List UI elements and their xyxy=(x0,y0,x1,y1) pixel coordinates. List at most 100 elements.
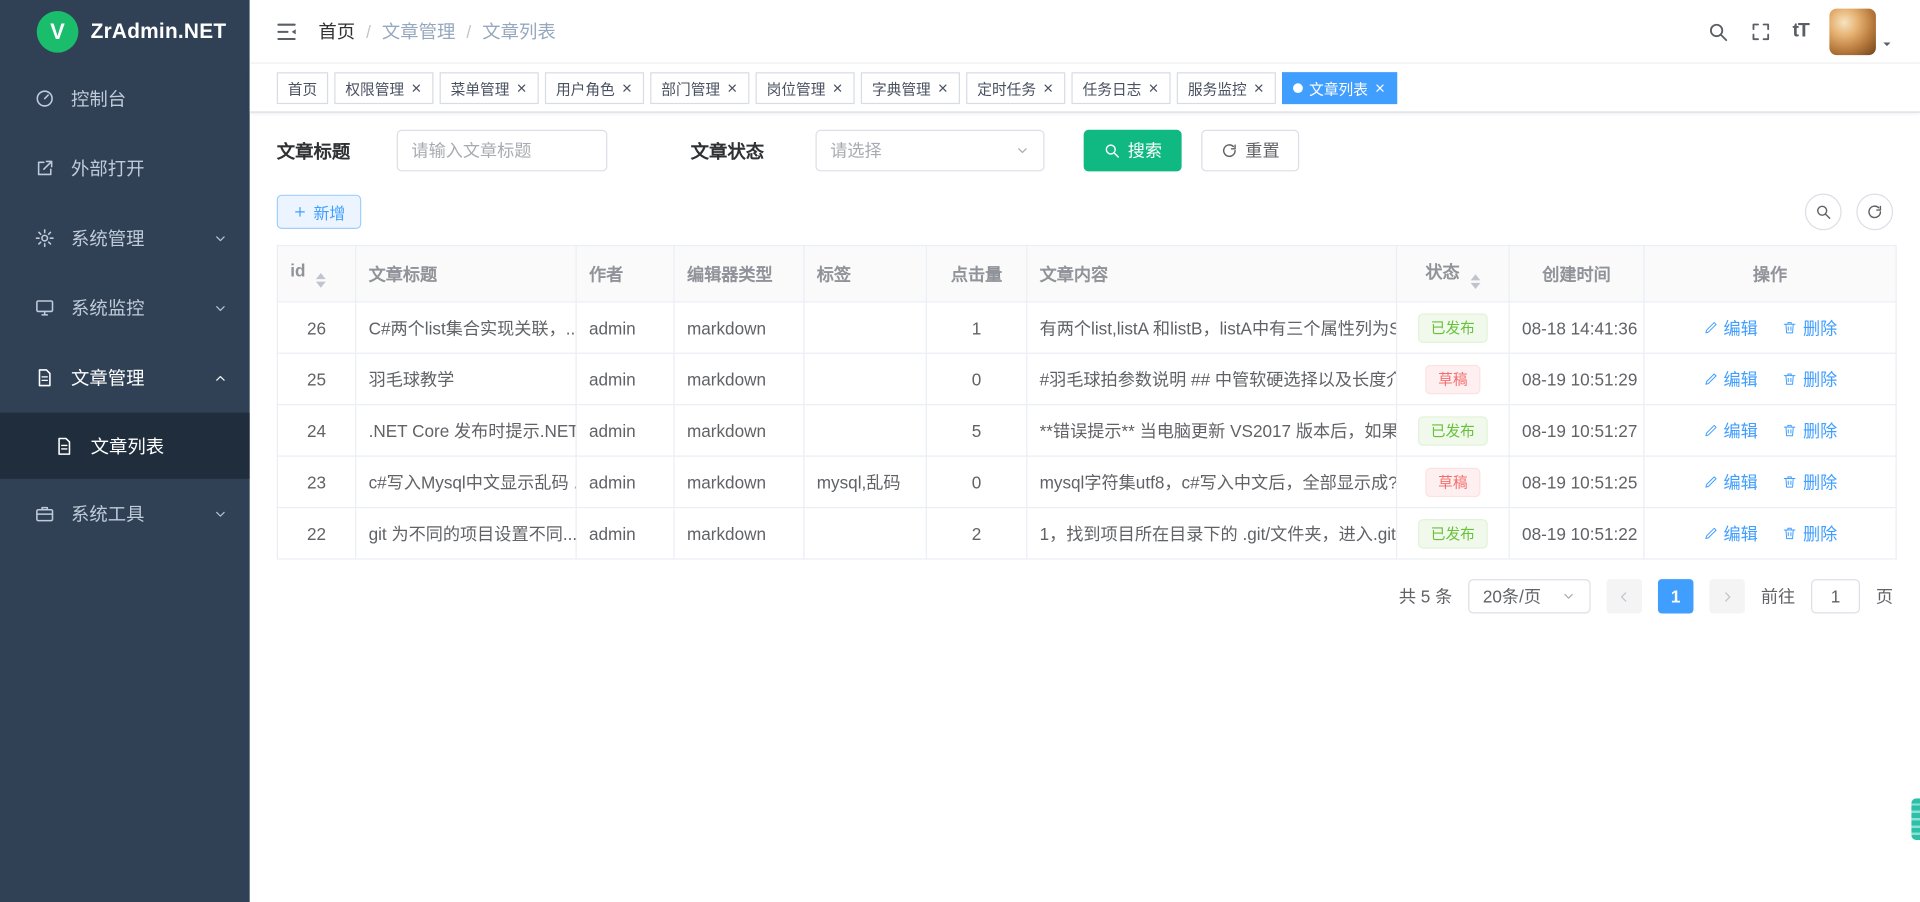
close-icon[interactable] xyxy=(1253,82,1265,94)
tab[interactable]: 权限管理 xyxy=(334,72,433,104)
cell-content: **错误提示** 当电脑更新 VS2017 版本后，如果... xyxy=(1027,405,1397,456)
tab[interactable]: 定时任务 xyxy=(966,72,1065,104)
close-icon[interactable] xyxy=(621,82,633,94)
font-size-icon[interactable]: tT xyxy=(1793,20,1809,42)
close-icon[interactable] xyxy=(937,82,949,94)
sort-icon[interactable] xyxy=(1471,274,1481,289)
page-number-button[interactable]: 1 xyxy=(1658,579,1694,613)
cell-tags xyxy=(804,405,926,456)
prev-page-button[interactable] xyxy=(1607,579,1643,613)
cell-title: c#写入Mysql中文显示乱码 ... xyxy=(356,456,576,507)
menu-fold-icon[interactable] xyxy=(274,19,298,43)
close-icon[interactable] xyxy=(410,82,422,94)
tab[interactable]: 字典管理 xyxy=(861,72,960,104)
breadcrumb-item[interactable]: 首页 xyxy=(318,18,355,44)
breadcrumb-item[interactable]: 文章管理 xyxy=(382,18,455,44)
monitor-icon xyxy=(34,298,55,319)
sidebar-item[interactable]: 系统工具 xyxy=(0,479,250,549)
next-page-button[interactable] xyxy=(1709,579,1745,613)
cell-title: .NET Core 发布时提示.NET... xyxy=(356,405,576,456)
tab[interactable]: 服务监控 xyxy=(1177,72,1276,104)
sidebar-item[interactable]: 文章管理 xyxy=(0,343,250,413)
sidebar-item[interactable]: 文章列表 xyxy=(0,413,250,479)
edit-link[interactable]: 编辑 xyxy=(1703,315,1758,339)
status-badge: 已发布 xyxy=(1419,313,1488,342)
close-icon[interactable] xyxy=(516,82,528,94)
tab-label: 部门管理 xyxy=(661,78,720,99)
scrollbar-thumb[interactable] xyxy=(1911,798,1920,840)
tab[interactable]: 岗位管理 xyxy=(756,72,855,104)
article-status-select[interactable]: 请选择 xyxy=(816,130,1045,172)
cell-title: C#两个list集合实现关联，... xyxy=(356,302,576,353)
sidebar-item[interactable]: 控制台 xyxy=(0,64,250,134)
table-row[interactable]: 25 羽毛球教学 admin markdown 0 #羽毛球拍参数说明 ## 中… xyxy=(277,353,1896,404)
cell-content: 有两个list,listA 和listB，listA中有三个属性列为St... xyxy=(1027,302,1397,353)
column-header[interactable]: 编辑器类型 xyxy=(674,246,804,302)
close-icon[interactable] xyxy=(1042,82,1054,94)
column-header[interactable]: id xyxy=(277,246,355,302)
page-size-value: 20条/页 xyxy=(1483,584,1541,608)
status-badge: 草稿 xyxy=(1426,467,1480,496)
toggle-search-button[interactable] xyxy=(1805,193,1842,230)
refresh-table-button[interactable] xyxy=(1856,193,1893,230)
column-header[interactable]: 文章内容 xyxy=(1027,246,1397,302)
column-header[interactable]: 作者 xyxy=(576,246,674,302)
delete-link[interactable]: 删除 xyxy=(1782,418,1837,442)
breadcrumb: 首页 / 文章管理 / 文章列表 xyxy=(318,18,555,44)
tab[interactable]: 文章列表 xyxy=(1282,72,1397,104)
column-header[interactable]: 文章标题 xyxy=(356,246,576,302)
table-row[interactable]: 23 c#写入Mysql中文显示乱码 ... admin markdown my… xyxy=(277,456,1896,507)
tab[interactable]: 菜单管理 xyxy=(440,72,539,104)
table-row[interactable]: 24 .NET Core 发布时提示.NET... admin markdown… xyxy=(277,405,1896,456)
sidebar-item[interactable]: 系统监控 xyxy=(0,273,250,343)
cell-editor-type: markdown xyxy=(674,353,804,404)
chevron-down-icon xyxy=(213,231,228,246)
column-header[interactable]: 创建时间 xyxy=(1509,246,1644,302)
article-title-input[interactable] xyxy=(397,130,608,172)
goto-page-input[interactable] xyxy=(1811,579,1860,613)
search-icon[interactable] xyxy=(1707,20,1729,42)
sidebar-item[interactable]: 系统管理 xyxy=(0,203,250,273)
sidebar-item-label: 控制台 xyxy=(71,86,228,112)
close-icon[interactable] xyxy=(1374,82,1386,94)
sidebar-item[interactable]: 外部打开 xyxy=(0,133,250,203)
close-icon[interactable] xyxy=(726,82,738,94)
tab[interactable]: 部门管理 xyxy=(650,72,749,104)
sort-icon[interactable] xyxy=(316,272,326,287)
search-button[interactable]: 搜索 xyxy=(1084,130,1182,172)
edit-link[interactable]: 编辑 xyxy=(1703,521,1758,545)
user-menu[interactable] xyxy=(1829,8,1893,55)
edit-link[interactable]: 编辑 xyxy=(1703,470,1758,494)
page-content: 文章标题 文章状态 请选择 搜索 重置 xyxy=(250,113,1920,902)
close-icon[interactable] xyxy=(832,82,844,94)
cell-tags: mysql,乱码 xyxy=(804,456,926,507)
cell-operations: 编辑 删除 xyxy=(1644,456,1896,507)
tab[interactable]: 任务日志 xyxy=(1072,72,1171,104)
edit-link[interactable]: 编辑 xyxy=(1703,367,1758,391)
close-icon[interactable] xyxy=(1148,82,1160,94)
column-header[interactable]: 操作 xyxy=(1644,246,1896,302)
delete-link[interactable]: 删除 xyxy=(1782,521,1837,545)
table-row[interactable]: 22 git 为不同的项目设置不同... admin markdown 2 1，… xyxy=(277,508,1896,559)
app-logo[interactable]: V ZrAdmin.NET xyxy=(0,0,250,64)
tab[interactable]: 首页 xyxy=(277,72,328,104)
tab-label: 权限管理 xyxy=(345,78,404,99)
fullscreen-icon[interactable] xyxy=(1750,20,1772,42)
delete-icon xyxy=(1782,422,1798,438)
page-size-select[interactable]: 20条/页 xyxy=(1468,579,1590,613)
column-header[interactable]: 标签 xyxy=(804,246,926,302)
delete-link[interactable]: 删除 xyxy=(1782,470,1837,494)
delete-link[interactable]: 删除 xyxy=(1782,315,1837,339)
cell-author: admin xyxy=(576,405,674,456)
table-row[interactable]: 26 C#两个list集合实现关联，... admin markdown 1 有… xyxy=(277,302,1896,353)
column-header[interactable]: 状态 xyxy=(1397,246,1510,302)
tab[interactable]: 用户角色 xyxy=(545,72,644,104)
column-header[interactable]: 点击量 xyxy=(926,246,1026,302)
breadcrumb-item[interactable]: 文章列表 xyxy=(482,18,555,44)
delete-link[interactable]: 删除 xyxy=(1782,367,1837,391)
edit-label: 编辑 xyxy=(1724,521,1758,545)
edit-link[interactable]: 编辑 xyxy=(1703,418,1758,442)
reset-button[interactable]: 重置 xyxy=(1201,130,1299,172)
cell-hits: 0 xyxy=(926,456,1026,507)
add-button[interactable]: 新增 xyxy=(277,195,362,229)
